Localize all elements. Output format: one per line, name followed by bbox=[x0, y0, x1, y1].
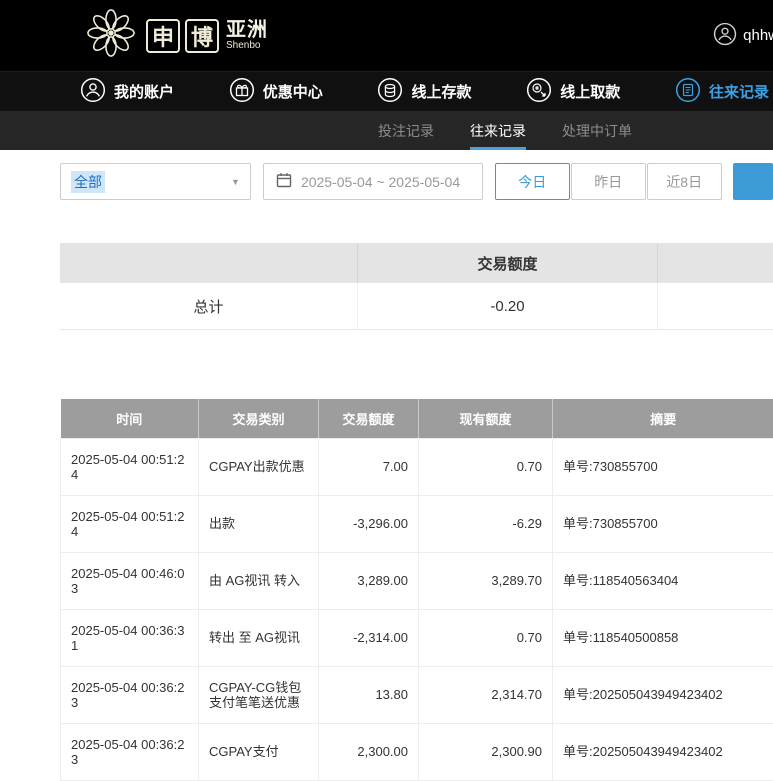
table-row: 2025-05-04 00:51:24 出款 -3,296.00 -6.29 单… bbox=[61, 495, 773, 552]
nav-item-my-account[interactable]: 我的账户 bbox=[80, 77, 174, 107]
cell-amount: 13.80 bbox=[319, 666, 419, 723]
nav-item-online-withdraw[interactable]: 线上取款 bbox=[526, 77, 620, 107]
brand-region: 亚洲 bbox=[226, 20, 268, 40]
nav-label: 往来记录 bbox=[709, 81, 769, 102]
cell-balance: 0.70 bbox=[419, 609, 553, 666]
brand-logo[interactable]: 申 博 亚洲 Shenbo bbox=[84, 6, 268, 65]
cell-time: 2025-05-04 00:51:24 bbox=[61, 438, 199, 495]
brand-char-shen: 申 bbox=[146, 19, 180, 53]
nav-label: 线上存款 bbox=[411, 81, 471, 102]
quick-filter-today[interactable]: 今日 bbox=[495, 163, 570, 200]
cell-time: 2025-05-04 00:36:23 bbox=[61, 666, 199, 723]
tab-processing-orders[interactable]: 处理中订单 bbox=[562, 111, 632, 150]
col-header-amount: 交易额度 bbox=[319, 399, 419, 438]
flower-logo-icon bbox=[84, 6, 138, 65]
nav-label: 优惠中心 bbox=[263, 81, 323, 102]
summary-table: 交易额度 总计 -0.20 bbox=[60, 243, 773, 330]
col-header-summary: 摘要 bbox=[553, 399, 773, 438]
main-nav: 我的账户 优惠中心 线上存款 bbox=[0, 71, 773, 111]
withdraw-icon bbox=[526, 77, 552, 107]
cell-time: 2025-05-04 00:36:23 bbox=[61, 723, 199, 780]
cell-summary: 单号:730855700 bbox=[553, 438, 773, 495]
cell-type: CGPAY-CG钱包支付笔笔送优惠 bbox=[199, 666, 319, 723]
gift-icon bbox=[229, 77, 255, 107]
records-header-row: 时间 交易类别 交易额度 现有额度 摘要 bbox=[61, 399, 773, 438]
user-avatar-icon bbox=[713, 22, 737, 50]
cell-balance: 2,314.70 bbox=[419, 666, 553, 723]
table-row: 2025-05-04 00:36:23 CGPAY支付 2,300.00 2,3… bbox=[61, 723, 773, 780]
cell-amount: -3,296.00 bbox=[319, 495, 419, 552]
table-row: 2025-05-04 00:46:03 由 AG视讯 转入 3,289.00 3… bbox=[61, 552, 773, 609]
summary-header-empty bbox=[657, 243, 773, 283]
cell-summary: 单号:202505043949423402 bbox=[553, 666, 773, 723]
calendar-icon bbox=[276, 172, 292, 191]
col-header-balance: 现有额度 bbox=[419, 399, 553, 438]
col-header-type: 交易类别 bbox=[199, 399, 319, 438]
cell-summary: 单号:730855700 bbox=[553, 495, 773, 552]
cell-amount: 3,289.00 bbox=[319, 552, 419, 609]
summary-header-row: 交易额度 bbox=[60, 243, 773, 283]
nav-label: 线上取款 bbox=[560, 81, 620, 102]
type-select-value: 全部 bbox=[71, 171, 105, 193]
quick-filter-last8days[interactable]: 近8日 bbox=[647, 163, 722, 200]
cell-summary: 单号:202505043949423402 bbox=[553, 723, 773, 780]
brand-char-bo: 博 bbox=[185, 19, 219, 53]
cell-amount: -2,314.00 bbox=[319, 609, 419, 666]
cell-balance: -6.29 bbox=[419, 495, 553, 552]
cell-summary: 单号:118540500858 bbox=[553, 609, 773, 666]
cell-type: CGPAY支付 bbox=[199, 723, 319, 780]
table-row: 2025-05-04 00:36:31 转出 至 AG视讯 -2,314.00 … bbox=[61, 609, 773, 666]
cell-amount: 7.00 bbox=[319, 438, 419, 495]
records-subnav: 投注记录 往来记录 处理中订单 bbox=[0, 111, 773, 150]
records-icon bbox=[675, 77, 701, 107]
tab-betting-records[interactable]: 投注记录 bbox=[378, 111, 434, 150]
cell-type: 出款 bbox=[199, 495, 319, 552]
cell-time: 2025-05-04 00:36:31 bbox=[61, 609, 199, 666]
search-button[interactable] bbox=[733, 163, 773, 200]
cell-summary: 单号:118540563404 bbox=[553, 552, 773, 609]
cell-time: 2025-05-04 00:51:24 bbox=[61, 495, 199, 552]
date-range-value: 2025-05-04 ~ 2025-05-04 bbox=[301, 174, 460, 190]
cell-balance: 2,300.90 bbox=[419, 723, 553, 780]
brand-subtitle: Shenbo bbox=[226, 40, 268, 52]
summary-header-amount: 交易额度 bbox=[357, 243, 657, 283]
date-range-picker[interactable]: 2025-05-04 ~ 2025-05-04 bbox=[263, 163, 483, 200]
deposit-icon bbox=[377, 77, 403, 107]
table-row: 2025-05-04 00:51:24 CGPAY出款优惠 7.00 0.70 … bbox=[61, 438, 773, 495]
cell-type: 转出 至 AG视讯 bbox=[199, 609, 319, 666]
top-header: 申 博 亚洲 Shenbo qhhw bbox=[0, 0, 773, 71]
username: qhhw bbox=[743, 27, 773, 44]
filter-bar: 全部 ▼ 2025-05-04 ~ 2025-05-04 今日 昨日 近8日 bbox=[60, 163, 773, 200]
chevron-down-icon: ▼ bbox=[231, 177, 240, 187]
nav-label: 我的账户 bbox=[114, 81, 174, 102]
nav-item-transaction-records[interactable]: 往来记录 bbox=[675, 77, 769, 107]
summary-header-empty bbox=[60, 243, 357, 283]
user-icon bbox=[80, 77, 106, 107]
cell-time: 2025-05-04 00:46:03 bbox=[61, 552, 199, 609]
summary-total-label: 总计 bbox=[60, 283, 357, 329]
cell-type: CGPAY出款优惠 bbox=[199, 438, 319, 495]
summary-total-row: 总计 -0.20 bbox=[60, 283, 773, 330]
table-row: 2025-05-04 00:36:23 CGPAY-CG钱包支付笔笔送优惠 13… bbox=[61, 666, 773, 723]
nav-item-promo-center[interactable]: 优惠中心 bbox=[229, 77, 323, 107]
summary-total-value: -0.20 bbox=[357, 283, 657, 329]
cell-type: 由 AG视讯 转入 bbox=[199, 552, 319, 609]
cell-balance: 0.70 bbox=[419, 438, 553, 495]
cell-amount: 2,300.00 bbox=[319, 723, 419, 780]
summary-empty-cell bbox=[657, 283, 773, 329]
records-table: 时间 交易类别 交易额度 现有额度 摘要 2025-05-04 00:51:24… bbox=[60, 399, 773, 781]
type-select[interactable]: 全部 ▼ bbox=[60, 163, 251, 200]
col-header-time: 时间 bbox=[61, 399, 199, 438]
quick-filter-yesterday[interactable]: 昨日 bbox=[571, 163, 646, 200]
user-account[interactable]: qhhw bbox=[713, 22, 773, 50]
tab-transaction-records[interactable]: 往来记录 bbox=[470, 111, 526, 150]
nav-item-online-deposit[interactable]: 线上存款 bbox=[377, 77, 471, 107]
cell-balance: 3,289.70 bbox=[419, 552, 553, 609]
